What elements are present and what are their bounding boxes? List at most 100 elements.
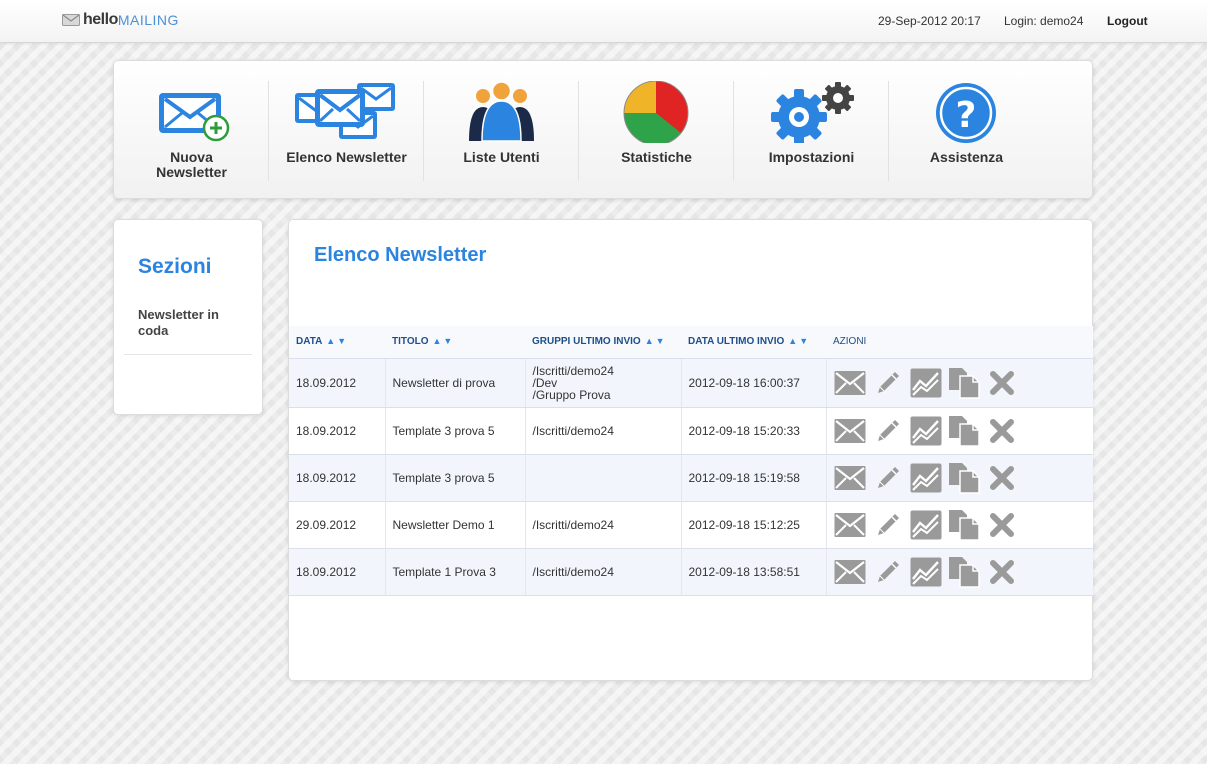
send-icon[interactable]	[834, 557, 866, 587]
column-header-data[interactable]: DATA ▲▼	[289, 326, 385, 359]
sidebar: Sezioni Newsletter in coda	[113, 219, 263, 415]
table-row: 18.09.2012 Template 1 Prova 3/Iscritti/de…	[289, 548, 1094, 596]
edit-icon-glyph	[877, 371, 899, 393]
sort-arrows-icon[interactable]: ▲▼	[326, 336, 348, 346]
column-header-azioni: AZIONI	[826, 326, 1093, 359]
send-icon[interactable]	[834, 368, 866, 398]
cell-azioni	[826, 454, 1094, 502]
stats-icon-glyph	[910, 416, 941, 445]
delete-icon[interactable]	[986, 368, 1018, 398]
delete-icon-glyph	[989, 512, 1014, 537]
copy-icon[interactable]	[948, 556, 980, 588]
delete-icon-glyph	[989, 559, 1014, 584]
row-actions	[834, 415, 1094, 447]
toolbar-statistics[interactable]: Statistiche	[579, 81, 734, 181]
edit-icon[interactable]	[872, 368, 904, 398]
stats-icon-glyph	[910, 368, 941, 397]
sidebar-item-newsletter-queue[interactable]: Newsletter in coda	[138, 307, 248, 339]
table-row: 18.09.2012 Template 3 prova 5/Iscritti/de…	[289, 407, 1094, 455]
sort-arrows-icon[interactable]: ▲▼	[788, 336, 810, 346]
stats-icon[interactable]	[910, 557, 942, 587]
cell-data: 18.09.2012	[289, 407, 386, 455]
pie-chart-icon	[623, 81, 689, 143]
column-header-data-invio[interactable]: DATA ULTIMO INVIO ▲▼	[681, 326, 826, 359]
cell-data-invio: 2012-09-18 15:20:33	[681, 407, 827, 455]
cell-titolo: Template 3 prova 5	[385, 407, 526, 455]
newsletter-list-icon	[295, 83, 395, 139]
row-actions	[834, 462, 1094, 494]
page-title: Elenco Newsletter	[314, 244, 487, 266]
table-header-row: DATA ▲▼ TITOLO ▲▼ GRUPPI ULTIMO INVIO ▲▼ DA…	[289, 326, 1093, 359]
copy-icon[interactable]	[948, 509, 980, 541]
sort-arrows-icon[interactable]: ▲▼	[432, 336, 454, 346]
cell-titolo: Template 1 Prova 3	[385, 548, 526, 596]
copy-icon-glyph	[948, 415, 980, 447]
edit-icon-glyph	[877, 466, 899, 488]
table-body: 18.09.2012 Newsletter di prova/Iscritti/d…	[289, 358, 1094, 596]
send-icon-glyph	[834, 465, 865, 490]
toolbar-new-newsletter[interactable]: Nuova Newsletter	[114, 81, 269, 181]
stats-icon[interactable]	[910, 416, 942, 446]
row-actions	[834, 556, 1094, 588]
newsletter-table: DATA ▲▼ TITOLO ▲▼ GRUPPI ULTIMO INVIO ▲▼ DA…	[289, 326, 1093, 596]
column-header-gruppi[interactable]: GRUPPI ULTIMO INVIO ▲▼	[525, 326, 681, 359]
column-header-titolo[interactable]: TITOLO ▲▼	[385, 326, 525, 359]
toolbar-newsletter-list[interactable]: Elenco Newsletter	[269, 81, 424, 181]
toolbar-user-lists[interactable]: Liste Utenti	[424, 81, 579, 181]
cell-titolo: Newsletter di prova	[385, 358, 526, 408]
cell-data: 18.09.2012	[289, 454, 386, 502]
cell-titolo: Newsletter Demo 1	[385, 501, 526, 549]
users-icon	[469, 81, 534, 142]
login-info: Login: demo24	[1004, 14, 1084, 28]
cell-gruppi: /Iscritti/demo24	[525, 501, 682, 549]
copy-icon-glyph	[948, 509, 980, 541]
top-bar: hello MAILING 29-Sep-2012 20:17 Login: de…	[0, 0, 1207, 43]
delete-icon[interactable]	[986, 416, 1018, 446]
send-icon[interactable]	[834, 416, 866, 446]
edit-icon[interactable]	[872, 416, 904, 446]
cell-titolo: Template 3 prova 5	[385, 454, 526, 502]
copy-icon-glyph	[948, 367, 980, 399]
logo[interactable]: hello MAILING	[62, 11, 179, 29]
edit-icon[interactable]	[872, 463, 904, 493]
copy-icon[interactable]	[948, 462, 980, 494]
copy-icon[interactable]	[948, 415, 980, 447]
sidebar-title: Sezioni	[138, 255, 212, 278]
stats-icon-glyph	[910, 463, 941, 492]
current-datetime: 29-Sep-2012 20:17	[878, 14, 981, 28]
envelope-logo-icon	[62, 14, 80, 26]
toolbar-label: Elenco Newsletter	[286, 149, 407, 165]
send-icon[interactable]	[834, 510, 866, 540]
table-row: 29.09.2012 Newsletter Demo 1/Iscritti/dem…	[289, 501, 1093, 549]
edit-icon[interactable]	[872, 557, 904, 587]
table-row: 18.09.2012 Newsletter di prova/Iscritti/d…	[289, 358, 1094, 408]
cell-azioni	[826, 548, 1094, 596]
send-icon-glyph	[834, 559, 865, 584]
stats-icon[interactable]	[910, 368, 942, 398]
stats-icon-glyph	[910, 557, 941, 586]
logout-link[interactable]: Logout	[1107, 14, 1148, 28]
toolbar-help[interactable]: ? Assistenza	[889, 81, 1044, 181]
cell-azioni	[826, 358, 1094, 408]
stats-icon[interactable]	[910, 463, 942, 493]
delete-icon[interactable]	[986, 463, 1018, 493]
copy-icon[interactable]	[948, 367, 980, 399]
cell-data-invio: 2012-09-18 16:00:37	[681, 358, 827, 408]
cell-data-invio: 2012-09-18 15:19:58	[681, 454, 827, 502]
table-row: 18.09.2012 Template 3 prova 5 2012-09-18 1…	[289, 454, 1094, 502]
edit-icon-glyph	[877, 513, 899, 535]
delete-icon[interactable]	[986, 510, 1018, 540]
delete-icon-glyph	[989, 370, 1014, 395]
edit-icon[interactable]	[872, 510, 904, 540]
stats-icon[interactable]	[910, 510, 942, 540]
group-path: /Iscritti/demo24	[532, 517, 614, 532]
help-icon: ?	[936, 83, 996, 143]
copy-icon-glyph	[948, 462, 980, 494]
row-actions	[834, 367, 1094, 399]
sort-arrows-icon[interactable]: ▲▼	[645, 336, 667, 346]
toolbar-label: Statistiche	[621, 149, 692, 165]
toolbar-settings[interactable]: Impostazioni	[734, 81, 889, 181]
send-icon[interactable]	[834, 463, 866, 493]
delete-icon[interactable]	[986, 557, 1018, 587]
cell-data: 29.09.2012	[289, 501, 386, 549]
